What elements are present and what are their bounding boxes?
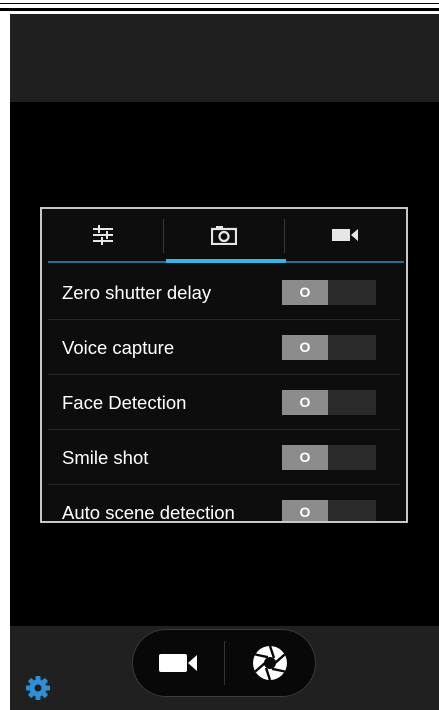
active-tab-indicator [166, 259, 286, 263]
setting-row-zero-shutter-delay[interactable]: Zero shutter delay O [42, 265, 406, 320]
capture-mode-pill [132, 629, 316, 697]
setting-label: Auto scene detection [62, 502, 235, 523]
setting-row-face-detection[interactable]: Face Detection O [42, 375, 406, 430]
toggle-knob: O [282, 445, 328, 470]
video-camera-icon [332, 229, 358, 241]
shutter-icon [253, 645, 287, 681]
video-record-button[interactable] [132, 629, 224, 697]
toggle-state-label: O [299, 339, 311, 355]
toggle-state-label: O [299, 449, 311, 465]
phone-screen: Zero shutter delay O Voice capture O Fac… [10, 14, 439, 710]
gear-icon [26, 676, 50, 700]
tab-general-settings[interactable] [42, 209, 163, 261]
settings-button[interactable] [24, 674, 52, 702]
toggle-state-label: O [299, 394, 311, 410]
toggle-state-label: O [299, 284, 311, 300]
shutter-button[interactable] [224, 629, 316, 697]
video-camera-icon [159, 654, 197, 672]
smile-shot-toggle[interactable]: O [282, 445, 376, 470]
auto-scene-detection-toggle[interactable]: O [282, 500, 376, 521]
setting-label: Voice capture [62, 337, 175, 358]
voice-capture-toggle[interactable]: O [282, 335, 376, 360]
setting-row-auto-scene-detection[interactable]: Auto scene detection O [42, 485, 406, 523]
setting-label: Smile shot [62, 447, 149, 468]
page-top-rule [0, 8, 439, 11]
settings-tabs [42, 209, 406, 261]
top-bar [10, 14, 439, 102]
toggle-knob: O [282, 390, 328, 415]
toggle-state-label: O [299, 504, 311, 520]
page-top-rule-thin [0, 3, 439, 4]
toggle-knob: O [282, 280, 328, 305]
camera-icon [210, 226, 237, 245]
setting-label: Face Detection [62, 392, 187, 413]
tab-camera-settings[interactable] [163, 209, 284, 261]
zero-shutter-delay-toggle[interactable]: O [282, 280, 376, 305]
toggle-knob: O [282, 335, 328, 360]
camera-settings-panel: Zero shutter delay O Voice capture O Fac… [40, 207, 408, 523]
toggle-knob: O [282, 500, 328, 521]
setting-row-voice-capture[interactable]: Voice capture O [42, 320, 406, 375]
setting-row-smile-shot[interactable]: Smile shot O [42, 430, 406, 485]
face-detection-toggle[interactable]: O [282, 390, 376, 415]
tab-video-settings[interactable] [284, 209, 406, 261]
sliders-icon [92, 225, 113, 245]
setting-label: Zero shutter delay [62, 282, 212, 303]
